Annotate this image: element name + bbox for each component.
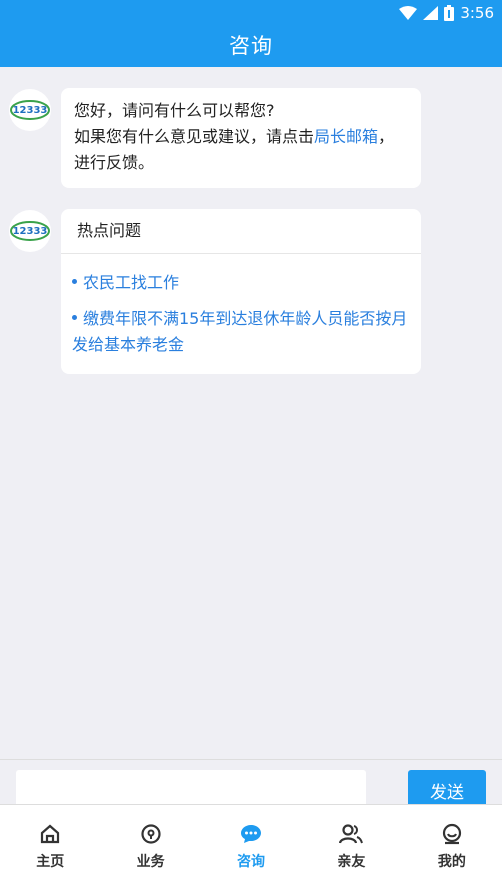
signal-icon [423, 5, 439, 20]
bullet-icon [72, 315, 77, 320]
greeting-line1: 您好，请问有什么可以帮您? [74, 101, 275, 120]
battery-icon [444, 4, 455, 21]
tab-business[interactable]: 业务 [100, 805, 200, 892]
status-time: 3:56 [460, 3, 494, 22]
chat-area: 12333 您好，请问有什么可以帮您? 如果您有什么意见或建议，请点击局长邮箱，… [0, 67, 502, 759]
chat-icon [241, 825, 262, 843]
bullet-icon [72, 279, 77, 284]
bot-avatar: 12333 [9, 210, 51, 252]
tab-home[interactable]: 主页 [0, 805, 100, 892]
hot-question-item[interactable]: 缴费年限不满15年到达退休年龄人员能否按月发给基本养老金 [72, 306, 410, 358]
greeting-line2: 如果您有什么意见或建议，请点击局长邮箱，进行反馈。 [74, 127, 395, 172]
svg-text:12333: 12333 [13, 105, 48, 116]
bot-avatar: 12333 [9, 89, 51, 131]
page-title: 咨询 [229, 34, 273, 58]
hot-questions-bubble: 热点问题 农民工找工作 缴费年限不满15年到达退休年龄人员能否按月发给基本养老金 [61, 209, 421, 374]
tab-consult[interactable]: 咨询 [201, 805, 301, 892]
status-bar: 3:56 [0, 0, 502, 25]
app-header: 3:56 咨询 [0, 0, 502, 67]
director-mailbox-link[interactable]: 局长邮箱 [314, 127, 378, 146]
people-icon [339, 824, 364, 844]
input-bar: 发送 [0, 759, 502, 810]
profile-icon [442, 823, 461, 845]
wifi-icon [399, 5, 418, 20]
location-pin-icon [141, 824, 161, 844]
tab-mine[interactable]: 我的 [402, 805, 502, 892]
logo-12333-icon: 12333 [10, 221, 50, 241]
hot-question-item[interactable]: 农民工找工作 [72, 270, 410, 296]
greeting-bubble: 您好，请问有什么可以帮您? 如果您有什么意见或建议，请点击局长邮箱，进行反馈。 [61, 88, 421, 188]
bottom-tab-bar: 主页 业务 咨询 亲友 我的 [0, 804, 502, 892]
tab-family[interactable]: 亲友 [301, 805, 401, 892]
home-icon [41, 824, 60, 844]
svg-text:12333: 12333 [13, 226, 48, 237]
hot-questions-list: 农民工找工作 缴费年限不满15年到达退休年龄人员能否按月发给基本养老金 [61, 254, 421, 358]
hot-questions-title: 热点问题 [61, 209, 421, 254]
logo-12333-icon: 12333 [10, 100, 50, 120]
